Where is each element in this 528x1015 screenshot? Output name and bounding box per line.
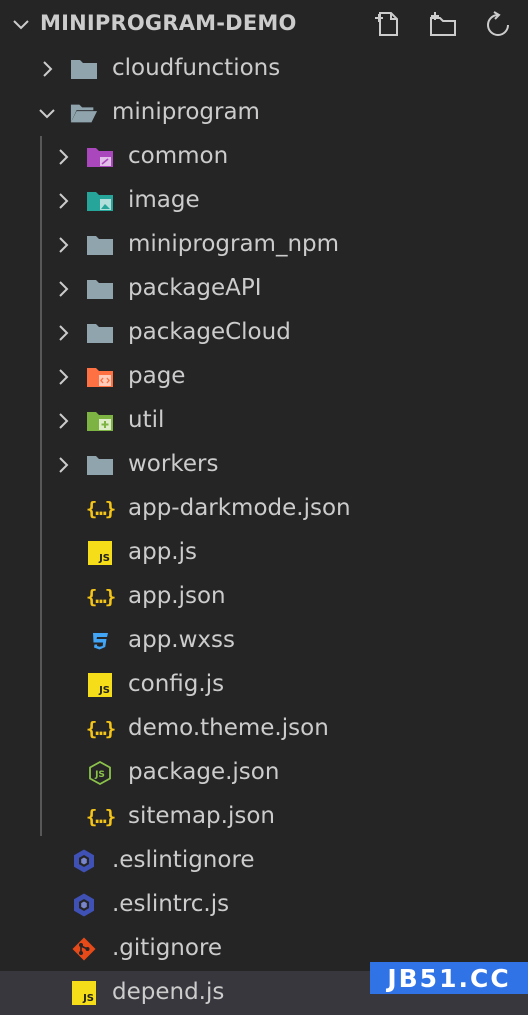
new-folder-icon (430, 12, 456, 36)
chevron-down-icon (39, 109, 55, 119)
tree-item-eslintrc-js[interactable]: .eslintrc.js (0, 883, 528, 927)
tree-item-label: depend.js (112, 979, 225, 1005)
tree-item-label: .eslintrc.js (112, 891, 230, 917)
css-icon (86, 628, 114, 654)
tree-item-miniprogram-npm[interactable]: miniprogram_npm (0, 223, 528, 267)
eslint-icon (70, 892, 98, 918)
folder-icon (86, 452, 114, 478)
tree-item-image[interactable]: image (0, 179, 528, 223)
tree-item-page[interactable]: page (0, 355, 528, 399)
chevron-right-icon (59, 281, 69, 297)
folder-page-icon (86, 364, 114, 390)
json-icon: {…} (85, 718, 116, 740)
tree-item-common[interactable]: common (0, 135, 528, 179)
nodejs-icon: JS (86, 760, 114, 786)
json-icon: {…} (85, 498, 116, 520)
chevron-right-icon (43, 61, 53, 77)
tree-item-label: app.js (128, 539, 197, 565)
tree-item-sitemap-json[interactable]: {…} sitemap.json (0, 795, 528, 839)
folder-icon (86, 232, 114, 258)
watermark: JB51.CC (370, 962, 528, 994)
tree-item-label: page (128, 363, 186, 389)
tree-item-label: miniprogram_npm (128, 231, 340, 257)
chevron-right-icon (59, 457, 69, 473)
tree-item-label: demo.theme.json (128, 715, 329, 741)
tree-item-label: app.json (128, 583, 226, 609)
tree-item-label: app-darkmode.json (128, 495, 351, 521)
tree-item-label: packageCloud (128, 319, 291, 345)
explorer-header: MINIPROGRAM-DEMO (0, 0, 528, 46)
folder-image-icon (86, 188, 114, 214)
chevron-right-icon (59, 149, 69, 165)
tree-item-app-js[interactable]: JS app.js (0, 531, 528, 575)
folder-util-icon (86, 408, 114, 434)
tree-item-cloudfunctions[interactable]: cloudfunctions (0, 47, 528, 91)
folder-icon (86, 276, 114, 302)
tree-item-label: app.wxss (128, 627, 235, 653)
tree-item-label: packageAPI (128, 275, 262, 301)
js-icon: JS (86, 540, 114, 566)
tree-item-label: image (128, 187, 200, 213)
tree-item-app-wxss[interactable]: app.wxss (0, 619, 528, 663)
chevron-down-icon[interactable] (10, 13, 32, 35)
git-icon (70, 936, 98, 962)
js-icon: JS (86, 672, 114, 698)
tree-item-util[interactable]: util (0, 399, 528, 443)
folder-icon (86, 320, 114, 346)
json-icon: {…} (85, 586, 116, 608)
refresh-icon (487, 11, 509, 36)
chevron-right-icon (59, 369, 69, 385)
chevron-right-icon (59, 237, 69, 253)
tree-item-workers[interactable]: workers (0, 443, 528, 487)
json-icon: {…} (85, 806, 116, 828)
svg-text:JS: JS (94, 770, 105, 780)
tree-item-label: common (128, 143, 229, 169)
chevron-right-icon (59, 193, 69, 209)
tree-item-label: cloudfunctions (112, 55, 281, 81)
tree-item-label: .gitignore (112, 935, 223, 961)
tree-item-label: package.json (128, 759, 280, 785)
tree-item-config-js[interactable]: JS config.js (0, 663, 528, 707)
tree-item-eslintignore[interactable]: .eslintignore (0, 839, 528, 883)
tree-item-miniprogram[interactable]: miniprogram (0, 91, 528, 135)
folder-icon (70, 56, 98, 82)
tree-item-packagecloud[interactable]: packageCloud (0, 311, 528, 355)
tree-item-label: .eslintignore (112, 847, 255, 873)
tree-item-label: miniprogram (112, 99, 260, 125)
tree-item-label: workers (128, 451, 219, 477)
folder-open-icon (70, 100, 98, 126)
tree-item-label: sitemap.json (128, 803, 275, 829)
tree-item-label: config.js (128, 671, 225, 697)
new-folder-button[interactable] (427, 8, 459, 40)
workspace-title[interactable]: MINIPROGRAM-DEMO (40, 11, 297, 35)
chevron-right-icon (59, 325, 69, 341)
tree-item-demo-theme-json[interactable]: {…} demo.theme.json (0, 707, 528, 751)
refresh-button[interactable] (482, 8, 514, 40)
tree-item-label: util (128, 407, 165, 433)
js-icon: JS (70, 980, 98, 1006)
tree-item-package-json[interactable]: JS package.json (0, 751, 528, 795)
tree-item-app-json[interactable]: {…} app.json (0, 575, 528, 619)
chevron-right-icon (59, 413, 69, 429)
new-file-icon (375, 12, 398, 36)
folder-common-icon (86, 144, 114, 170)
eslint-icon (70, 848, 98, 874)
tree-item-packageapi[interactable]: packageAPI (0, 267, 528, 311)
tree-item-app-darkmode-json[interactable]: {…} app-darkmode.json (0, 487, 528, 531)
new-file-button[interactable] (372, 8, 404, 40)
